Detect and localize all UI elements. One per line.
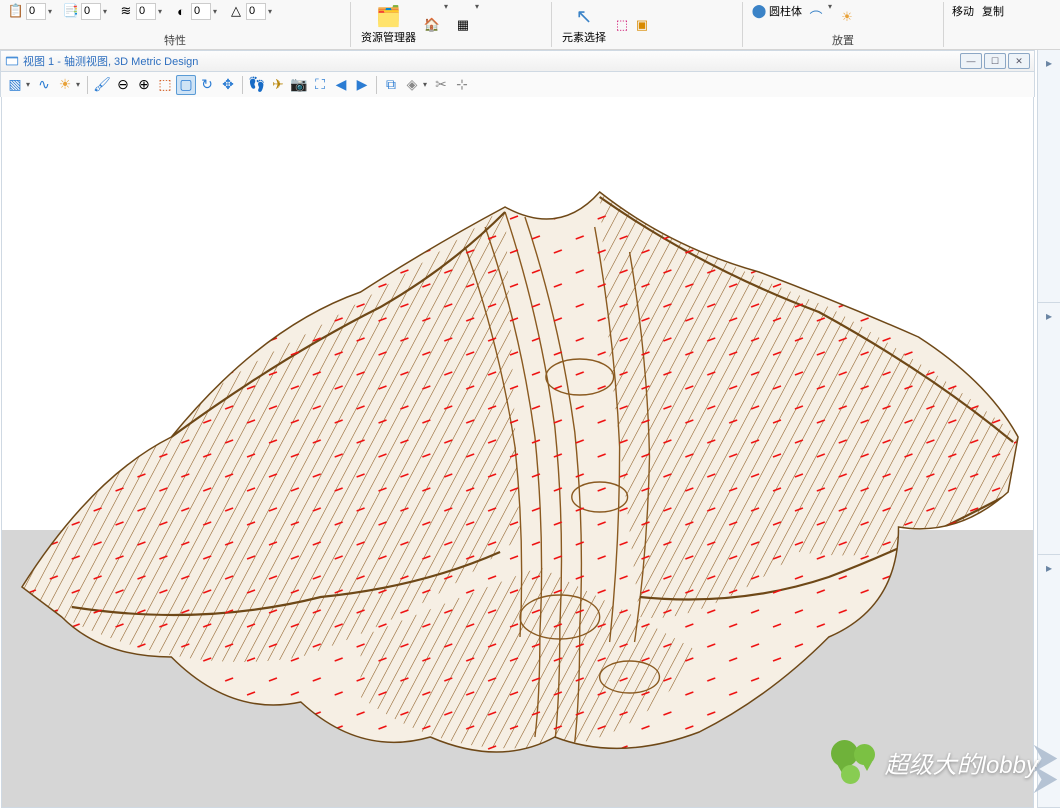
spinner-icon: 📑 bbox=[63, 3, 79, 19]
group-place-label: 放置 bbox=[749, 31, 937, 49]
element-select-label: 元素选择 bbox=[562, 29, 606, 45]
camera-button[interactable]: 📷 bbox=[289, 75, 309, 95]
zoom-window-button[interactable]: 🖌 bbox=[92, 75, 112, 95]
dropdown-icon[interactable]: ▾ bbox=[103, 7, 110, 16]
spinner-icon: ◐ bbox=[173, 3, 189, 19]
rail-tab-1[interactable]: ▸ bbox=[1038, 50, 1060, 303]
dropdown-icon[interactable]: ▾ bbox=[213, 7, 220, 16]
move-label[interactable]: 移动 bbox=[950, 2, 976, 20]
grid-icon[interactable]: ▦ bbox=[455, 17, 471, 33]
fit-button[interactable]: ⛶ bbox=[310, 75, 330, 95]
next-view-button[interactable]: ▶ bbox=[352, 75, 372, 95]
spinner-value[interactable]: 0 bbox=[246, 3, 266, 20]
spinner-icon: ≋ bbox=[118, 3, 134, 19]
window-controls: — ☐ ✕ bbox=[960, 53, 1030, 69]
spinner-value[interactable]: 0 bbox=[26, 3, 46, 20]
terrain-model bbox=[2, 97, 1033, 807]
spinner-icon: 📋 bbox=[8, 3, 24, 19]
folder-icon: 🗂️ bbox=[377, 4, 401, 28]
zoom-out-button[interactable]: ⊖ bbox=[113, 75, 133, 95]
zoom-select-button[interactable]: ⬚ bbox=[155, 75, 175, 95]
close-button[interactable]: ✕ bbox=[1008, 53, 1030, 69]
sun-icon[interactable]: ☀ bbox=[839, 9, 855, 25]
spinner-value[interactable]: 0 bbox=[81, 3, 101, 20]
clip-button[interactable]: ◈ bbox=[402, 75, 422, 95]
zoom-in-button[interactable]: ⊕ bbox=[134, 75, 154, 95]
view-titlebar[interactable]: 视图 1 - 轴测视图, 3D Metric Design — ☐ ✕ bbox=[0, 50, 1035, 72]
spinner-icon: △ bbox=[228, 3, 244, 19]
pan-button[interactable]: ✥ bbox=[218, 75, 238, 95]
select-box-icon[interactable]: ▣ bbox=[634, 17, 650, 33]
fly-button[interactable]: ✈ bbox=[268, 75, 288, 95]
select-fence-icon[interactable]: ⬚ bbox=[614, 17, 630, 33]
minimize-button[interactable]: — bbox=[960, 53, 982, 69]
resource-manager-label: 资源管理器 bbox=[361, 29, 416, 45]
viewport-3d[interactable] bbox=[1, 97, 1034, 808]
dropdown-icon[interactable]: ▾ bbox=[268, 7, 275, 16]
maximize-button[interactable]: ☐ bbox=[984, 53, 1006, 69]
view-icon bbox=[5, 54, 19, 68]
resource-manager-button[interactable]: 🗂️ 资源管理器 bbox=[357, 2, 420, 47]
tools-button[interactable]: ✂ bbox=[431, 75, 451, 95]
cylinder-icon: ⬤ bbox=[751, 3, 767, 19]
rail-tab-3[interactable]: ▸ bbox=[1038, 555, 1060, 808]
crosshair-button[interactable]: ⊹ bbox=[452, 75, 472, 95]
dropdown-icon[interactable]: ▾ bbox=[158, 7, 165, 16]
right-panel-rail: ▸ ▸ ▸ bbox=[1037, 50, 1060, 808]
prev-view-button[interactable]: ◀ bbox=[331, 75, 351, 95]
view-toolbar: ▧▾ ∿ ☀▾ 🖌 ⊖ ⊕ ⬚ ▢ ↻ ✥ 👣 ✈ 📷 ⛶ ◀ ▶ ⧉ ◈▾ ✂… bbox=[0, 72, 1035, 97]
walk-button[interactable]: 👣 bbox=[247, 75, 267, 95]
home-icon[interactable]: 🏠 bbox=[424, 17, 440, 33]
spinner-3[interactable]: ◐0▾ bbox=[171, 2, 222, 20]
spinner-value[interactable]: 0 bbox=[136, 3, 156, 20]
spinner-value[interactable]: 0 bbox=[191, 3, 211, 20]
group-properties-label: 特性 bbox=[6, 31, 344, 49]
adjust-button[interactable]: ∿ bbox=[34, 75, 54, 95]
sun-button[interactable]: ☀ bbox=[55, 75, 75, 95]
dropdown-icon[interactable]: ▾ bbox=[828, 2, 835, 11]
copy-view-button[interactable]: ⧉ bbox=[381, 75, 401, 95]
cursor-icon: ↖ bbox=[572, 4, 596, 28]
display-style-button[interactable]: ▧ bbox=[5, 75, 25, 95]
cylinder-button[interactable]: ⬤ 圆柱体 bbox=[749, 2, 804, 20]
rail-tab-2[interactable]: ▸ bbox=[1038, 303, 1060, 556]
ribbon: 📋0▾📑0▾≋0▾◐0▾△0▾ 特性 🗂️ 资源管理器 🏠 ▾ ▦ ▾ 基本 ↖… bbox=[0, 0, 1060, 50]
dropdown-icon[interactable]: ▾ bbox=[76, 80, 83, 89]
cylinder-label: 圆柱体 bbox=[769, 3, 802, 19]
arc-icon[interactable]: ⌒ bbox=[808, 9, 824, 25]
element-select-button[interactable]: ↖ 元素选择 bbox=[558, 2, 610, 47]
view-title: 视图 1 - 轴测视图, 3D Metric Design bbox=[23, 53, 198, 69]
dropdown-icon[interactable]: ▾ bbox=[48, 7, 55, 16]
copy-label[interactable]: 复制 bbox=[980, 2, 1006, 20]
spinner-row: 📋0▾📑0▾≋0▾◐0▾△0▾ bbox=[6, 0, 344, 31]
spinner-0[interactable]: 📋0▾ bbox=[6, 2, 57, 20]
view-window: 视图 1 - 轴测视图, 3D Metric Design — ☐ ✕ ▧▾ ∿… bbox=[0, 50, 1035, 808]
rotate-button[interactable]: ↻ bbox=[197, 75, 217, 95]
dropdown-icon[interactable]: ▾ bbox=[475, 2, 482, 11]
spinner-1[interactable]: 📑0▾ bbox=[61, 2, 112, 20]
spinner-4[interactable]: △0▾ bbox=[226, 2, 277, 20]
dropdown-icon[interactable]: ▾ bbox=[423, 80, 430, 89]
spinner-2[interactable]: ≋0▾ bbox=[116, 2, 167, 20]
dropdown-icon[interactable]: ▾ bbox=[444, 2, 451, 11]
dropdown-icon[interactable]: ▾ bbox=[26, 80, 33, 89]
window-area-button[interactable]: ▢ bbox=[176, 75, 196, 95]
